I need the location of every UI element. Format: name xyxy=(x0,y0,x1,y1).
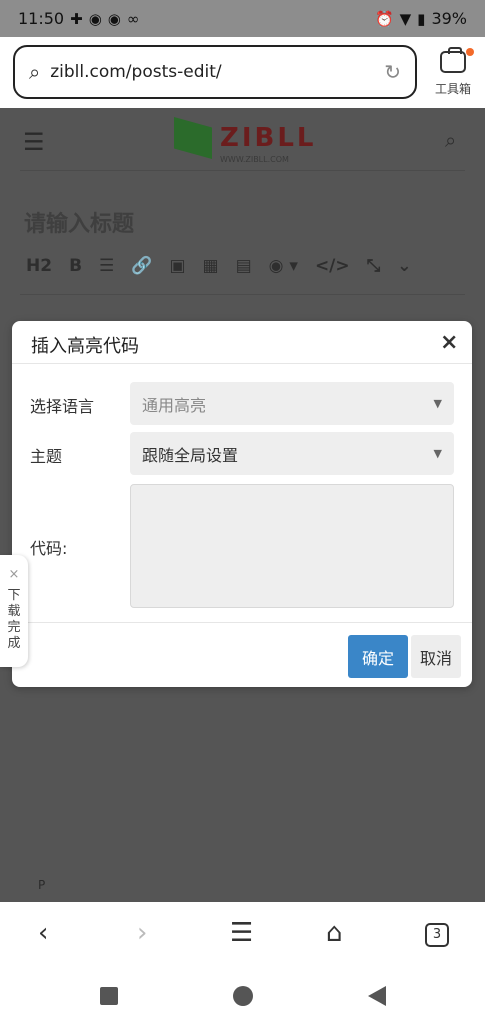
menu-icon[interactable]: ☰ xyxy=(230,918,253,948)
toolbox-icon xyxy=(440,47,466,73)
search-icon: ⌕ xyxy=(29,60,41,84)
toolbar-code-icon[interactable]: </> xyxy=(315,256,350,276)
url-bar[interactable]: ⌕ zibll.com/posts-edit/ ↻ xyxy=(13,45,417,99)
toolbar-more-icon[interactable]: ⌄ xyxy=(397,256,411,276)
q-app-icon: ◉ xyxy=(88,9,102,28)
theme-value: 跟随全局设置 xyxy=(142,445,239,465)
url-text[interactable]: zibll.com/posts-edit/ xyxy=(50,62,384,82)
theme-select[interactable]: 跟随全局设置 ▼ xyxy=(130,432,454,475)
language-value: 通用高亮 xyxy=(142,395,207,415)
divider xyxy=(20,294,465,295)
health-icon: ✚ xyxy=(70,9,83,28)
recents-icon[interactable] xyxy=(100,987,118,1005)
toolbar-image-icon[interactable]: ▣ xyxy=(169,256,185,276)
chevron-down-icon: ▼ xyxy=(433,397,442,410)
download-toast[interactable]: × 下载完成 xyxy=(0,555,28,667)
back-button-icon[interactable] xyxy=(368,986,386,1006)
home-icon[interactable]: ⌂ xyxy=(326,918,343,948)
toolbar-bold[interactable]: B xyxy=(69,256,82,276)
editor-toolbar: H2 B ☰ 🔗 ▣ ▦ ▤ ◉ ▾ </> ⤡ ⌄ xyxy=(26,256,412,276)
home-button-icon[interactable] xyxy=(233,986,253,1006)
menu-icon[interactable]: ☰ xyxy=(23,128,45,156)
status-bar: 11:50 ✚ ◉ ◉ ∞ ⏰ ▼ ▮ 39% xyxy=(0,0,485,37)
logo-subtitle: WWW.ZIBLL.COM xyxy=(220,155,289,164)
notification-dot xyxy=(466,48,474,56)
battery-icon: ▮ xyxy=(417,9,426,28)
toast-text: 下载完成 xyxy=(7,588,21,651)
toolbox-label: 工具箱 xyxy=(434,82,471,96)
language-select[interactable]: 通用高亮 ▼ xyxy=(130,382,454,425)
toolbar-file-icon[interactable]: ▤ xyxy=(236,256,252,276)
toast-close-icon[interactable]: × xyxy=(9,567,20,582)
toolbar-fullscreen-icon[interactable]: ⤡ xyxy=(367,256,381,276)
site-header: ☰ ZIBLL WWW.ZIBLL.COM ⌕ xyxy=(0,108,485,170)
toolbar-visibility-icon[interactable]: ◉ ▾ xyxy=(269,256,298,276)
code-textarea[interactable] xyxy=(130,484,454,608)
post-title-placeholder[interactable]: 请输入标题 xyxy=(24,206,134,238)
editor-path-label: P xyxy=(38,878,46,892)
logo-mark xyxy=(174,117,212,159)
toolbar-link-icon[interactable]: 🔗 xyxy=(131,256,152,276)
system-nav-bar xyxy=(0,968,485,1024)
toolbar-list-icon[interactable]: ☰ xyxy=(99,256,114,276)
battery-percent: 39% xyxy=(431,9,467,28)
divider xyxy=(12,622,472,623)
site-logo[interactable]: ZIBLL WWW.ZIBLL.COM xyxy=(174,117,317,164)
language-label: 选择语言 xyxy=(30,397,95,416)
insert-code-modal: 插入高亮代码 × 选择语言 通用高亮 ▼ 主题 跟随全局设置 ▼ 代码: 确定 … xyxy=(12,321,472,687)
q-app-icon: ◉ xyxy=(107,9,121,28)
browser-address-area: ⌕ zibll.com/posts-edit/ ↻ 工具箱 xyxy=(0,37,485,108)
site-search-icon[interactable]: ⌕ xyxy=(445,128,456,152)
theme-label: 主题 xyxy=(30,447,63,466)
link-icon: ∞ xyxy=(126,9,140,28)
confirm-button[interactable]: 确定 xyxy=(348,635,408,678)
logo-text: ZIBLL xyxy=(220,123,317,153)
alarm-icon: ⏰ xyxy=(374,9,394,28)
code-label: 代码: xyxy=(30,539,68,558)
toolbox-button[interactable]: 工具箱 xyxy=(430,45,476,99)
toolbar-h2[interactable]: H2 xyxy=(26,256,52,276)
divider xyxy=(12,363,472,364)
toolbar-video-icon[interactable]: ▦ xyxy=(203,256,219,276)
back-icon[interactable]: ‹ xyxy=(38,918,48,948)
wifi-icon: ▼ xyxy=(399,9,412,28)
cancel-button[interactable]: 取消 xyxy=(411,635,461,678)
divider xyxy=(20,170,465,171)
chevron-down-icon: ▼ xyxy=(433,447,442,460)
reload-icon[interactable]: ↻ xyxy=(384,60,401,84)
close-icon[interactable]: × xyxy=(440,330,458,355)
modal-title: 插入高亮代码 xyxy=(31,336,139,357)
tabs-count-button[interactable]: 3 xyxy=(425,923,449,947)
browser-nav-bar: ‹ › ☰ ⌂ 3 xyxy=(0,902,485,968)
status-time: 11:50 xyxy=(18,9,65,28)
forward-icon[interactable]: › xyxy=(137,918,147,948)
